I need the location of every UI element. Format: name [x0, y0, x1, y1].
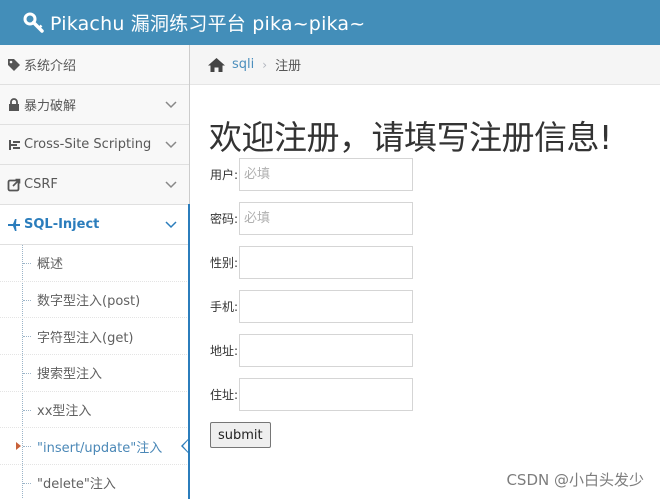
breadcrumb: sqli › 注册	[190, 45, 660, 85]
sql-inject-submenu: 概述 数字型注入(post) 字符型注入(get) 搜索型注入 xx型注入 "i…	[0, 245, 190, 499]
sidebar-item-sql-inject[interactable]: SQL-Inject	[0, 204, 190, 245]
submenu-item-label: 字符型注入(get)	[37, 330, 134, 346]
chevron-down-icon	[165, 141, 177, 149]
submenu-item-search[interactable]: 搜索型注入	[0, 355, 189, 392]
chevron-down-icon	[165, 181, 177, 189]
submenu-item-label: "insert/update"注入	[37, 440, 163, 456]
breadcrumb-link-sqli[interactable]: sqli	[232, 57, 254, 72]
form-row-gender: 性别:	[210, 246, 413, 279]
sidebar-item-label: Cross-Site Scripting	[24, 137, 152, 152]
submenu-item-label: xx型注入	[37, 404, 92, 420]
lock-icon	[7, 97, 21, 112]
submenu-item-delete[interactable]: "delete"注入	[0, 465, 189, 499]
submenu-item-label: 概述	[37, 257, 64, 273]
watermark: CSDN @小白头发少	[506, 471, 644, 489]
password-input[interactable]	[239, 202, 413, 235]
submit-button[interactable]: submit	[210, 422, 271, 448]
main-content: 欢迎注册，请填写注册信息! 用户: 密码: 性别: 手机: 地址: 住址: su…	[190, 85, 660, 499]
sidebar-item-intro[interactable]: 系统介绍	[0, 45, 189, 85]
active-pointer-inner	[183, 438, 190, 455]
chevron-down-icon	[165, 101, 177, 109]
form-row-address: 地址:	[210, 334, 413, 367]
sidebar-item-brute-force[interactable]: 暴力破解	[0, 85, 189, 125]
sidebar-item-xss[interactable]: Cross-Site Scripting	[0, 125, 189, 165]
caret-right-icon	[16, 442, 21, 451]
sidebar-item-label: SQL-Inject	[24, 217, 100, 232]
top-header: Pikachu 漏洞练习平台 pika~pika~	[0, 0, 660, 45]
plane-icon	[7, 218, 21, 232]
breadcrumb-separator-icon: ›	[262, 57, 268, 72]
gender-label: 性别:	[210, 256, 239, 270]
address-label: 地址:	[210, 344, 239, 358]
tag-icon	[7, 58, 21, 72]
form-row-username: 用户:	[210, 158, 413, 191]
submenu-item-string-get[interactable]: 字符型注入(get)	[0, 318, 189, 356]
sidebar-item-label: 暴力破解	[24, 99, 77, 114]
phone-label: 手机:	[210, 300, 239, 314]
submenu-item-label: "delete"注入	[37, 477, 116, 493]
sidebar-item-csrf[interactable]: CSRF	[0, 165, 189, 205]
submenu-item-label: 搜索型注入	[37, 367, 103, 383]
sidebar: 系统介绍 暴力破解 Cross-Site Scripting CSRF SQL-…	[0, 45, 190, 499]
phone-input[interactable]	[239, 290, 413, 323]
submenu-item-insert-update[interactable]: "insert/update"注入	[0, 428, 190, 466]
wrench-icon	[23, 12, 44, 33]
sidebar-item-label: CSRF	[24, 177, 58, 192]
form-row-phone: 手机:	[210, 290, 413, 323]
list-icon	[7, 138, 21, 152]
submenu-item-overview[interactable]: 概述	[0, 245, 189, 282]
sidebar-item-label: 系统介绍	[24, 59, 77, 74]
residence-label: 住址:	[210, 388, 239, 402]
address-input[interactable]	[239, 334, 413, 367]
app-title: Pikachu 漏洞练习平台 pika~pika~	[50, 13, 366, 35]
external-link-icon	[7, 178, 21, 192]
breadcrumb-current: 注册	[275, 59, 302, 74]
username-label: 用户:	[210, 168, 239, 182]
home-icon[interactable]	[207, 57, 226, 73]
submenu-item-label: 数字型注入(post)	[37, 294, 141, 310]
password-label: 密码:	[210, 212, 239, 226]
form-row-residence: 住址:	[210, 378, 413, 411]
gender-input[interactable]	[239, 246, 413, 279]
submenu-item-xx[interactable]: xx型注入	[0, 392, 189, 429]
username-input[interactable]	[239, 158, 413, 191]
submenu-item-numeric-post[interactable]: 数字型注入(post)	[0, 282, 189, 319]
form-row-password: 密码:	[210, 202, 413, 235]
page-title: 欢迎注册，请填写注册信息!	[209, 118, 612, 157]
residence-input[interactable]	[239, 378, 413, 411]
chevron-down-icon	[165, 221, 177, 229]
